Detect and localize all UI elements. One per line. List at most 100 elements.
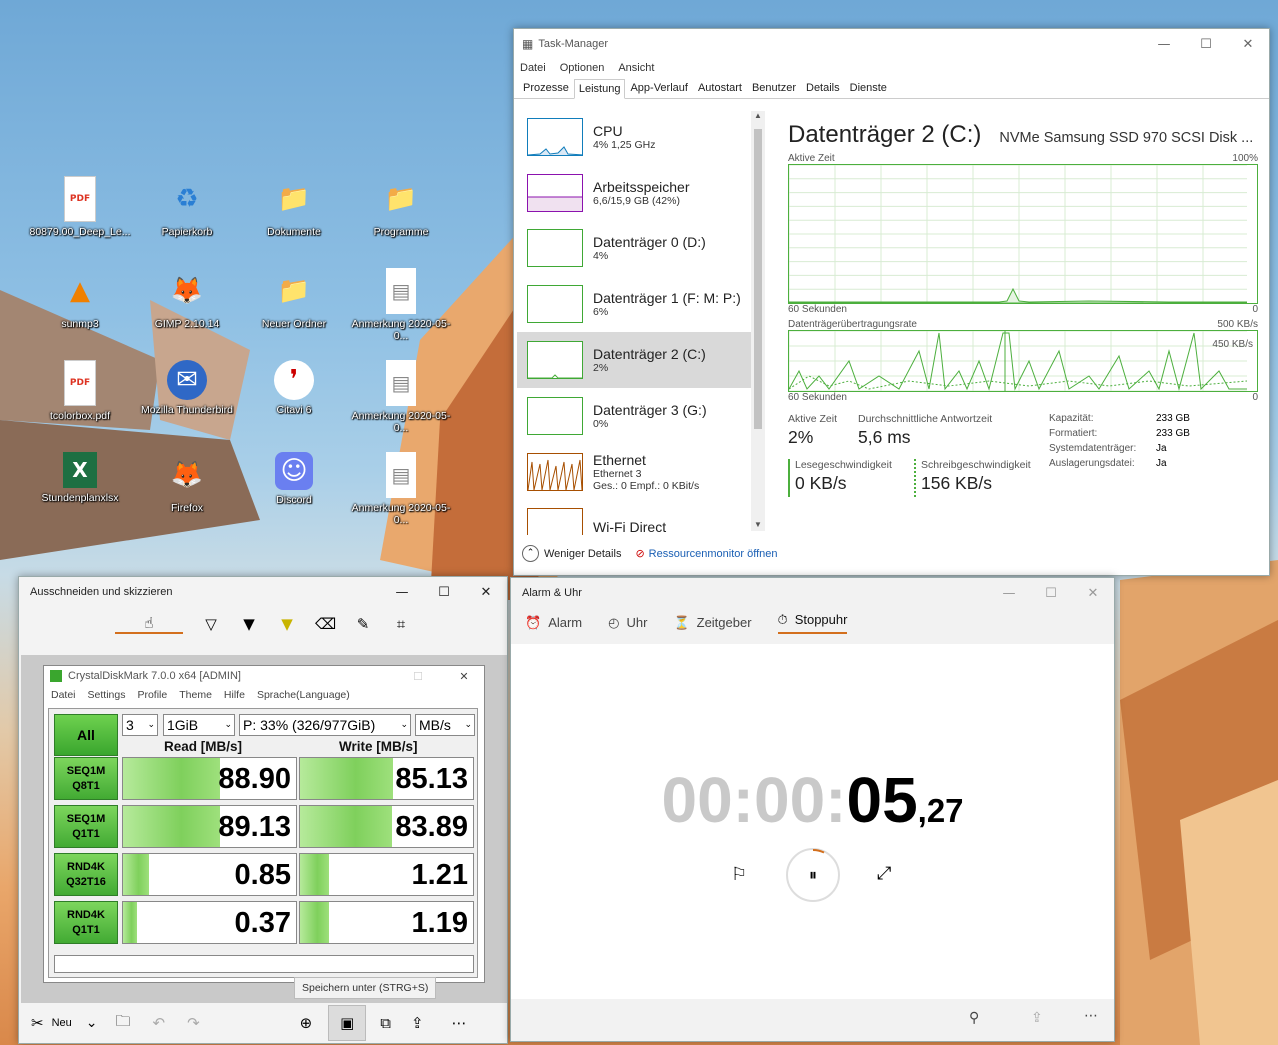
crop-icon[interactable]: ⌗ xyxy=(391,615,411,633)
perf-item[interactable]: Datenträger 1 (F: M: P:) 6% xyxy=(517,276,765,332)
more-options-icon[interactable]: ⋯ xyxy=(452,1014,467,1032)
highlighter-icon[interactable]: ▼ xyxy=(277,615,297,633)
perf-item[interactable]: Ethernet Ethernet 3 Ges.: 0 Empf.: 0 KBit/… xyxy=(517,444,765,500)
ballpoint-pen-icon[interactable]: ▽ xyxy=(201,615,221,633)
zoom-icon[interactable]: ⊕ xyxy=(300,1014,313,1032)
redo-icon[interactable]: ↷ xyxy=(187,1014,200,1032)
minimize-button[interactable]: — xyxy=(381,585,423,600)
desktop-icon[interactable]: PDF 80879.00_Deep_Le... xyxy=(26,176,134,238)
desktop-icon[interactable]: 📁 Neuer Ordner xyxy=(240,268,348,330)
perf-item[interactable]: Datenträger 2 (C:) 2% xyxy=(517,332,765,388)
tab-stoppuhr[interactable]: ⏱ Stoppuhr xyxy=(777,612,848,634)
all-button[interactable]: All xyxy=(54,714,118,756)
tab-prozesse[interactable]: Prozesse xyxy=(518,78,574,98)
close-button[interactable]: ✕ xyxy=(465,585,507,600)
size-select[interactable]: 1GiB ⌄ xyxy=(163,714,235,736)
desktop-icon[interactable]: ▲ sunmp3 xyxy=(26,268,134,330)
desktop-icon[interactable]: 🦊 Firefox xyxy=(133,452,241,514)
more-options-icon[interactable]: ⋯ xyxy=(1084,1008,1098,1024)
perf-item[interactable]: CPU 4% 1,25 GHz xyxy=(517,109,765,165)
tab-uhr[interactable]: ◴ Uhr xyxy=(608,615,647,631)
desktop-icon[interactable]: ▤ Anmerkung 2020-05-0... xyxy=(347,268,455,342)
expand-icon[interactable]: ⤢ xyxy=(877,863,891,884)
open-file-icon[interactable]: 🗀 xyxy=(116,1011,131,1036)
tab-benutzer[interactable]: Benutzer xyxy=(747,78,801,98)
desktop-icon[interactable]: X Stundenplanxlsx xyxy=(26,452,134,504)
touch-writing-icon[interactable]: ☝ xyxy=(115,614,183,634)
desktop-icon[interactable]: ❜ Citavi 6 xyxy=(240,360,348,416)
cdm-menu-item[interactable]: Theme xyxy=(179,689,212,701)
menu-item[interactable]: Datei xyxy=(520,62,546,74)
pin-icon[interactable]: ⚲ xyxy=(969,1010,979,1026)
scroll-up-icon[interactable]: ▲ xyxy=(751,111,765,120)
pause-button[interactable]: ⏸ xyxy=(786,848,840,902)
fewer-details-link[interactable]: Weniger Details xyxy=(544,548,621,560)
desktop-icon[interactable]: 📁 Programme xyxy=(347,176,455,238)
tab-alarm[interactable]: ⏰ Alarm xyxy=(525,615,582,631)
cdm-menu-item[interactable]: Profile xyxy=(137,689,167,701)
tab-autostart[interactable]: Autostart xyxy=(693,78,747,98)
tab-details[interactable]: Details xyxy=(801,78,845,98)
task-manager-titlebar[interactable]: ▦ Task-Manager — ☐ ✕ xyxy=(514,29,1269,59)
count-select[interactable]: 3 ⌄ xyxy=(122,714,158,736)
desktop-icon[interactable]: ♻ Papierkorb xyxy=(133,176,241,238)
close-button[interactable]: ✕ xyxy=(444,670,484,683)
tab-app-verlauf[interactable]: App-Verlauf xyxy=(625,78,692,98)
tab-dienste[interactable]: Dienste xyxy=(845,78,892,98)
test-button[interactable]: RND4K Q32T16 xyxy=(54,853,118,896)
maximize-button[interactable]: ☐ xyxy=(398,670,438,683)
write-result: 1.19 xyxy=(299,901,474,944)
desktop-icon[interactable]: ▤ Anmerkung 2020-05-0... xyxy=(347,360,455,434)
chevron-down-icon[interactable]: ⌄ xyxy=(86,1015,98,1031)
new-snip-label[interactable]: Neu xyxy=(52,1017,72,1029)
share-icon[interactable]: ⇪ xyxy=(1031,1010,1043,1026)
ruler-icon[interactable]: ✎ xyxy=(353,615,373,633)
pencil-icon[interactable]: ▼ xyxy=(239,615,259,633)
menu-item[interactable]: Ansicht xyxy=(618,62,654,74)
resource-monitor-link[interactable]: Ressourcenmonitor öffnen xyxy=(649,548,778,560)
perf-item[interactable]: Datenträger 3 (G:) 0% xyxy=(517,388,765,444)
menu-item[interactable]: Optionen xyxy=(560,62,605,74)
scroll-down-icon[interactable]: ▼ xyxy=(751,520,765,529)
desktop-icon[interactable]: 🦊 GIMP 2.10.14 xyxy=(133,268,241,330)
eraser-icon[interactable]: ⌫ xyxy=(315,615,336,633)
maximize-button[interactable]: ☐ xyxy=(1185,37,1227,52)
minimize-button[interactable]: — xyxy=(1143,37,1185,52)
comment-field[interactable] xyxy=(54,955,474,973)
drive-select[interactable]: P: 33% (326/977GiB) ⌄ xyxy=(239,714,411,736)
desktop-icon[interactable]: ✉ Mozilla Thunderbird xyxy=(133,360,241,416)
performance-list-scrollbar[interactable]: ▲ ▼ xyxy=(751,111,765,531)
alarm-tab-bar: ⏰ Alarm ◴ Uhr ⏳ Zeitgeber ⏱ Stoppuhr xyxy=(511,608,1114,638)
collapse-icon[interactable]: ⌃ xyxy=(522,545,539,562)
perf-item[interactable]: Wi-Fi Direct xyxy=(517,500,765,535)
desktop-icon[interactable]: ☺ Discord xyxy=(240,452,348,506)
test-button[interactable]: RND4K Q1T1 xyxy=(54,901,118,944)
close-button[interactable]: ✕ xyxy=(1227,37,1269,52)
maximize-button[interactable]: ☐ xyxy=(1030,586,1072,601)
tab-leistung[interactable]: Leistung xyxy=(573,79,626,99)
scroll-thumb[interactable] xyxy=(754,129,762,429)
copy-icon[interactable]: ⧉ xyxy=(380,1014,391,1032)
desktop-icon-label: sunmp3 xyxy=(61,318,99,330)
cdm-menu-item[interactable]: Datei xyxy=(51,689,76,701)
new-snip-icon[interactable]: ✂ xyxy=(31,1014,44,1032)
test-button[interactable]: SEQ1M Q8T1 xyxy=(54,757,118,800)
cdm-menu-item[interactable]: Settings xyxy=(88,689,126,701)
save-icon[interactable]: ▣ xyxy=(328,1005,367,1041)
maximize-button[interactable]: ☐ xyxy=(423,585,465,600)
unit-select[interactable]: MB/s ⌄ xyxy=(415,714,475,736)
test-button[interactable]: SEQ1M Q1T1 xyxy=(54,805,118,848)
desktop-icon[interactable]: ▤ Anmerkung 2020-05-0... xyxy=(347,452,455,526)
desktop-icon[interactable]: 📁 Dokumente xyxy=(240,176,348,238)
cdm-menu-item[interactable]: Hilfe xyxy=(224,689,245,701)
undo-icon[interactable]: ↶ xyxy=(153,1014,166,1032)
minimize-button[interactable]: — xyxy=(988,586,1030,601)
perf-item[interactable]: Datenträger 0 (D:) 4% xyxy=(517,221,765,277)
close-button[interactable]: ✕ xyxy=(1072,586,1114,601)
lap-flag-icon[interactable]: ⚐ xyxy=(731,864,747,885)
cdm-menu-item[interactable]: Sprache(Language) xyxy=(257,689,350,701)
share-icon[interactable]: ⇪ xyxy=(411,1014,424,1032)
perf-item[interactable]: Arbeitsspeicher 6,6/15,9 GB (42%) xyxy=(517,165,765,221)
desktop-icon[interactable]: PDF tcolorbox.pdf xyxy=(26,360,134,422)
tab-zeitgeber[interactable]: ⏳ Zeitgeber xyxy=(673,615,751,631)
